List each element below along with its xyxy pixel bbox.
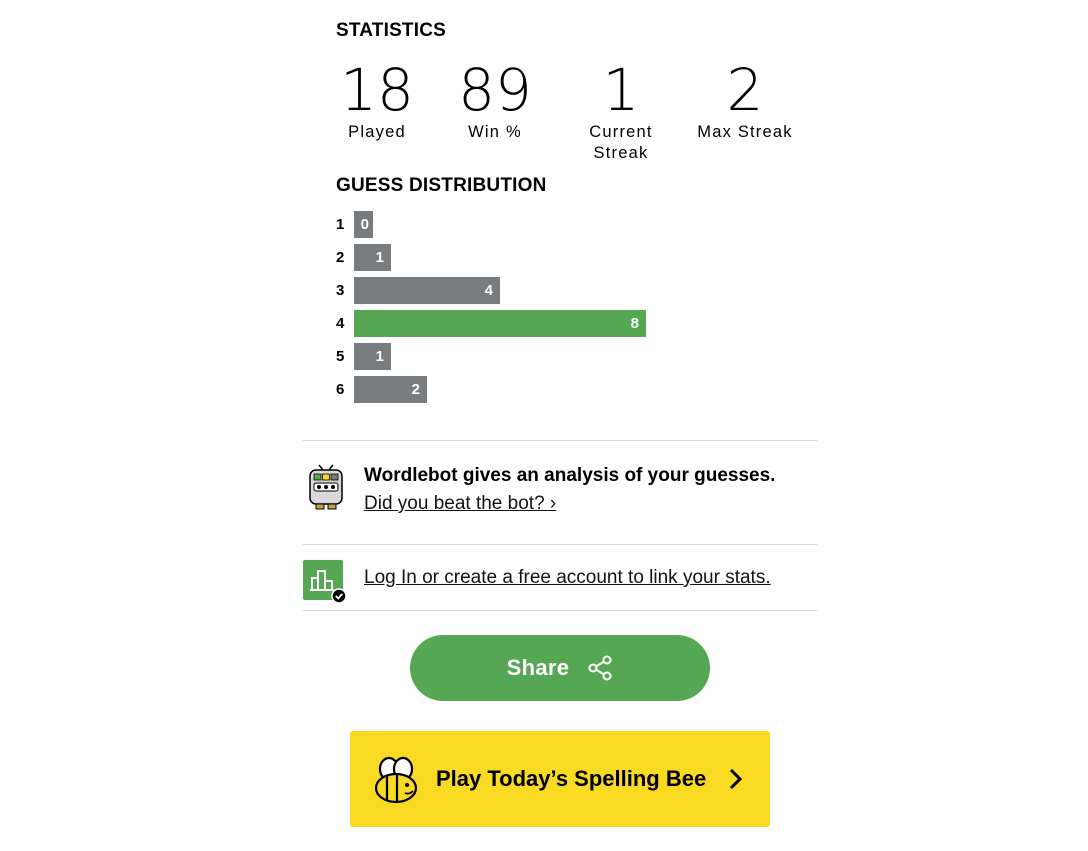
distribution-bar: 8: [354, 310, 646, 337]
distribution-guess-number: 3: [336, 282, 345, 299]
stat-label: Max Streak: [697, 123, 793, 141]
share-label: Share: [506, 655, 570, 680]
wordlebot-title: Wordlebot gives an analysis of your gues…: [364, 465, 776, 486]
statistics-panel: 18 Played 89 Win % 1 Current Streak 2 Ma…: [327, 58, 807, 168]
spelling-bee-label: Play Today’s Spelling Bee: [436, 766, 707, 791]
stat-value: 89: [458, 56, 532, 124]
stat-value: 18: [340, 56, 414, 124]
distribution-row: 34: [336, 277, 816, 304]
distribution-row: 62: [336, 376, 816, 403]
bee-icon: [374, 756, 418, 804]
distribution-row: 48: [336, 310, 816, 337]
distribution-guess-number: 5: [336, 348, 345, 365]
distribution-guess-number: 6: [336, 381, 345, 398]
stat-current-streak: 1 Current Streak: [571, 58, 671, 164]
statistics-heading: STATISTICS: [336, 20, 447, 41]
stat-label: Win %: [468, 123, 522, 141]
share-icon: [588, 655, 612, 681]
distribution-row: 21: [336, 244, 816, 271]
divider: [303, 610, 817, 611]
stat-played: 18 Played: [327, 58, 427, 143]
distribution-bar: 4: [354, 277, 500, 304]
distribution-row: 10: [336, 211, 816, 238]
login-link[interactable]: Log In or create a free account to link …: [364, 567, 771, 589]
divider: [303, 544, 817, 545]
divider: [303, 440, 817, 441]
spelling-bee-button[interactable]: Play Today’s Spelling Bee: [350, 731, 770, 827]
stat-value: 1: [602, 56, 640, 124]
stat-value: 2: [726, 56, 764, 124]
stats-chart-badge-icon: [303, 560, 347, 604]
stat-max-streak: 2 Max Streak: [695, 58, 795, 143]
robot-icon: [309, 464, 343, 510]
distribution-guess-number: 1: [336, 216, 345, 233]
share-button[interactable]: Share: [410, 635, 710, 701]
distribution-bar: 1: [354, 343, 391, 370]
distribution-guess-number: 4: [336, 315, 345, 332]
stat-label: Current Streak: [589, 123, 653, 162]
distribution-bar: 1: [354, 244, 391, 271]
distribution-bar: 2: [354, 376, 427, 403]
wordlebot-link[interactable]: Did you beat the bot? ›: [364, 493, 556, 515]
distribution-guess-number: 2: [336, 249, 345, 266]
stat-label: Played: [348, 123, 406, 141]
guess-distribution-heading: GUESS DISTRIBUTION: [336, 175, 547, 196]
distribution-bar: 0: [354, 211, 373, 238]
distribution-row: 51: [336, 343, 816, 370]
chevron-right-icon: [729, 768, 743, 790]
stat-win-percent: 89 Win %: [445, 58, 545, 143]
